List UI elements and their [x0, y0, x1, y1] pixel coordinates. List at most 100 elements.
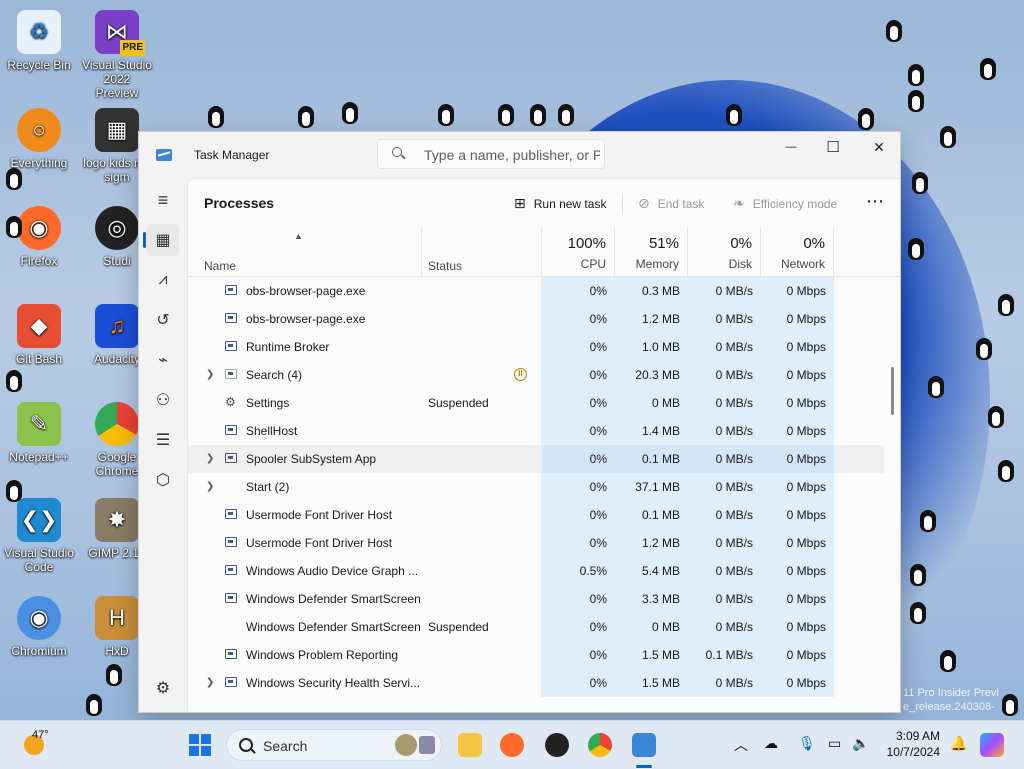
- table-row[interactable]: obs-browser-page.exe 0% 1.2 MB 0 MB/s 0 Mbps: [188, 305, 884, 333]
- network-usage: 0 Mbps: [761, 277, 834, 305]
- penguin-sprite: [906, 86, 926, 112]
- desktop-icon-recycle-bin[interactable]: ♻ Recycle Bin: [3, 10, 75, 72]
- visual-studio-icon: ⋈ PRE: [95, 10, 145, 56]
- table-row[interactable]: ⚙ Settings Suspended 0% 0 MB 0 MB/s 0 Mbps: [188, 389, 884, 417]
- microphone-icon[interactable]: 🎙: [798, 735, 816, 752]
- process-name: Start (2): [246, 480, 290, 494]
- cpu-usage: 0%: [542, 529, 615, 557]
- penguin-sprite: [986, 402, 1006, 428]
- table-row[interactable]: obs-browser-page.exe 0% 0.3 MB 0 MB/s 0 Mbps: [188, 277, 884, 305]
- cpu-usage: 0%: [542, 669, 615, 697]
- desktop-icon-notepadpp[interactable]: ✎ Notepad++: [3, 402, 75, 464]
- hamburger-menu-icon[interactable]: ≡: [147, 184, 179, 216]
- performance-icon[interactable]: ⩘: [147, 264, 179, 296]
- expand-chevron-icon[interactable]: ❯: [206, 361, 214, 389]
- table-row[interactable]: Windows Defender SmartScreen 0% 3.3 MB 0 MB…: [188, 585, 884, 613]
- notification-icon[interactable]: 🔔: [950, 735, 967, 752]
- penguin-sprite: [926, 372, 946, 398]
- git-bash-icon: ◆: [17, 304, 61, 348]
- details-icon[interactable]: ☰: [147, 424, 179, 456]
- disk-usage: 0 MB/s: [688, 613, 761, 641]
- more-options-button[interactable]: ⋯: [866, 191, 884, 212]
- penguin-sprite: [4, 164, 24, 190]
- maximize-button[interactable]: ☐: [810, 132, 856, 162]
- table-row[interactable]: ❯ Windows Security Health Servi... 0% 1.5 M…: [188, 669, 884, 697]
- window-app-icon: [225, 677, 237, 687]
- obs-icon[interactable]: [545, 733, 569, 757]
- search-app-icon: [225, 369, 237, 379]
- desktop-icon-everything[interactable]: ○ Everything: [3, 108, 75, 170]
- desktop-icon-vscode[interactable]: ❮❯ Visual Studio Code: [3, 498, 75, 574]
- cpu-usage: 0%: [542, 473, 615, 501]
- app-history-icon[interactable]: ↺: [147, 304, 179, 336]
- onedrive-icon[interactable]: ☁: [764, 735, 778, 752]
- table-row[interactable]: Runtime Broker 0% 1.0 MB 0 MB/s 0 Mbps: [188, 333, 884, 361]
- settings-icon[interactable]: ⚙: [147, 672, 179, 704]
- table-row[interactable]: ❯ Start (2) 0% 37.1 MB 0 MB/s 0 Mbps: [188, 473, 884, 501]
- table-row[interactable]: ❯ Spooler SubSystem App 0% 0.1 MB 0 MB/s 0 Mb…: [188, 445, 884, 473]
- copilot-icon[interactable]: [980, 733, 1004, 757]
- memory-usage: 3.3 MB: [615, 585, 688, 613]
- column-header-status[interactable]: Status: [422, 227, 542, 276]
- memory-usage: 0.3 MB: [615, 277, 688, 305]
- process-status: [422, 333, 542, 361]
- show-hidden-icons-icon[interactable]: ︿: [734, 735, 748, 755]
- efficiency-mode-button[interactable]: ❧ Efficiency mode: [733, 195, 837, 212]
- table-row[interactable]: Windows Problem Reporting 0% 1.5 MB 0.1 MB/…: [188, 641, 884, 669]
- table-row[interactable]: Usermode Font Driver Host 0% 1.2 MB 0 MB/s 0…: [188, 529, 884, 557]
- page-title: Processes: [204, 195, 275, 211]
- services-icon[interactable]: ⬡: [147, 464, 179, 496]
- display-icon[interactable]: ▭: [828, 735, 841, 752]
- desktop-icon-git-bash[interactable]: ◆ Git Bash: [3, 304, 75, 366]
- startup-apps-icon[interactable]: ⌁: [147, 344, 179, 376]
- vertical-scrollbar-thumb[interactable]: [891, 367, 894, 415]
- audacity-icon: ♫: [95, 304, 139, 348]
- table-row[interactable]: Windows Audio Device Graph ... 0.5% 5.4 MB…: [188, 557, 884, 585]
- table-row[interactable]: Usermode Font Driver Host 0% 0.1 MB 0 MB/s 0…: [188, 501, 884, 529]
- users-icon[interactable]: ⚇: [147, 384, 179, 416]
- run-new-task-button[interactable]: ⊞ Run new task: [514, 195, 606, 212]
- clock[interactable]: 3:09 AM 10/7/2024: [884, 729, 940, 759]
- process-status: [422, 445, 542, 473]
- column-header-network[interactable]: 0% Network: [761, 227, 834, 276]
- process-name: Windows Problem Reporting: [246, 648, 399, 662]
- title-bar[interactable]: Task Manager — ☐ ✕: [139, 132, 900, 178]
- table-row[interactable]: ❯ Search (4) 0% 20.3 MB 0 MB/s 0 Mbps II: [188, 361, 884, 389]
- chrome-icon[interactable]: [588, 733, 612, 757]
- close-button[interactable]: ✕: [856, 132, 900, 162]
- start-icon[interactable]: [188, 733, 212, 757]
- cpu-usage: 0%: [542, 613, 615, 641]
- network-usage: 0 Mbps: [761, 333, 834, 361]
- desktop-icon-chromium[interactable]: ◉ Chromium: [3, 596, 75, 658]
- disk-usage: 0 MB/s: [688, 501, 761, 529]
- expand-chevron-icon[interactable]: ❯: [206, 473, 214, 501]
- end-task-button[interactable]: ⊘ End task: [638, 195, 704, 212]
- column-header-name[interactable]: ▲ Name: [188, 227, 422, 276]
- column-header-memory[interactable]: 51% Memory: [615, 227, 688, 276]
- column-header-disk[interactable]: 0% Disk: [688, 227, 761, 276]
- process-search-box[interactable]: [377, 139, 605, 169]
- column-header-cpu[interactable]: 100% CPU: [542, 227, 615, 276]
- penguin-sprite: [724, 100, 744, 126]
- insider-watermark: 11 Pro Insider Previ e_release.240308-: [903, 687, 999, 713]
- table-row[interactable]: ShellHost 0% 1.4 MB 0 MB/s 0 Mbps: [188, 417, 884, 445]
- minimize-button[interactable]: —: [768, 132, 814, 162]
- processes-icon[interactable]: ▦: [147, 224, 179, 256]
- search-input[interactable]: [422, 145, 602, 165]
- volume-icon[interactable]: 🔈: [852, 735, 869, 752]
- process-name: Windows Audio Device Graph ...: [246, 564, 419, 578]
- expand-chevron-icon[interactable]: ❯: [206, 669, 214, 697]
- network-usage: 0 Mbps: [761, 473, 834, 501]
- disk-usage: 0 MB/s: [688, 417, 761, 445]
- table-row[interactable]: Windows Defender SmartScreen Suspended 0% 0…: [188, 613, 884, 641]
- task-manager-taskbar-icon[interactable]: [632, 733, 656, 757]
- expand-chevron-icon[interactable]: ❯: [206, 445, 214, 473]
- firefox-icon[interactable]: [500, 733, 524, 757]
- network-usage: 0 Mbps: [761, 417, 834, 445]
- network-usage: 0 Mbps: [761, 445, 834, 473]
- file-explorer-icon[interactable]: [458, 733, 482, 757]
- penguin-sprite: [104, 660, 124, 686]
- taskbar-search[interactable]: Search: [226, 729, 442, 761]
- obs-studio-icon: ◎: [95, 206, 139, 250]
- desktop-icon-visual-studio[interactable]: ⋈ PRE Visual Studio 2022 Preview: [81, 10, 153, 100]
